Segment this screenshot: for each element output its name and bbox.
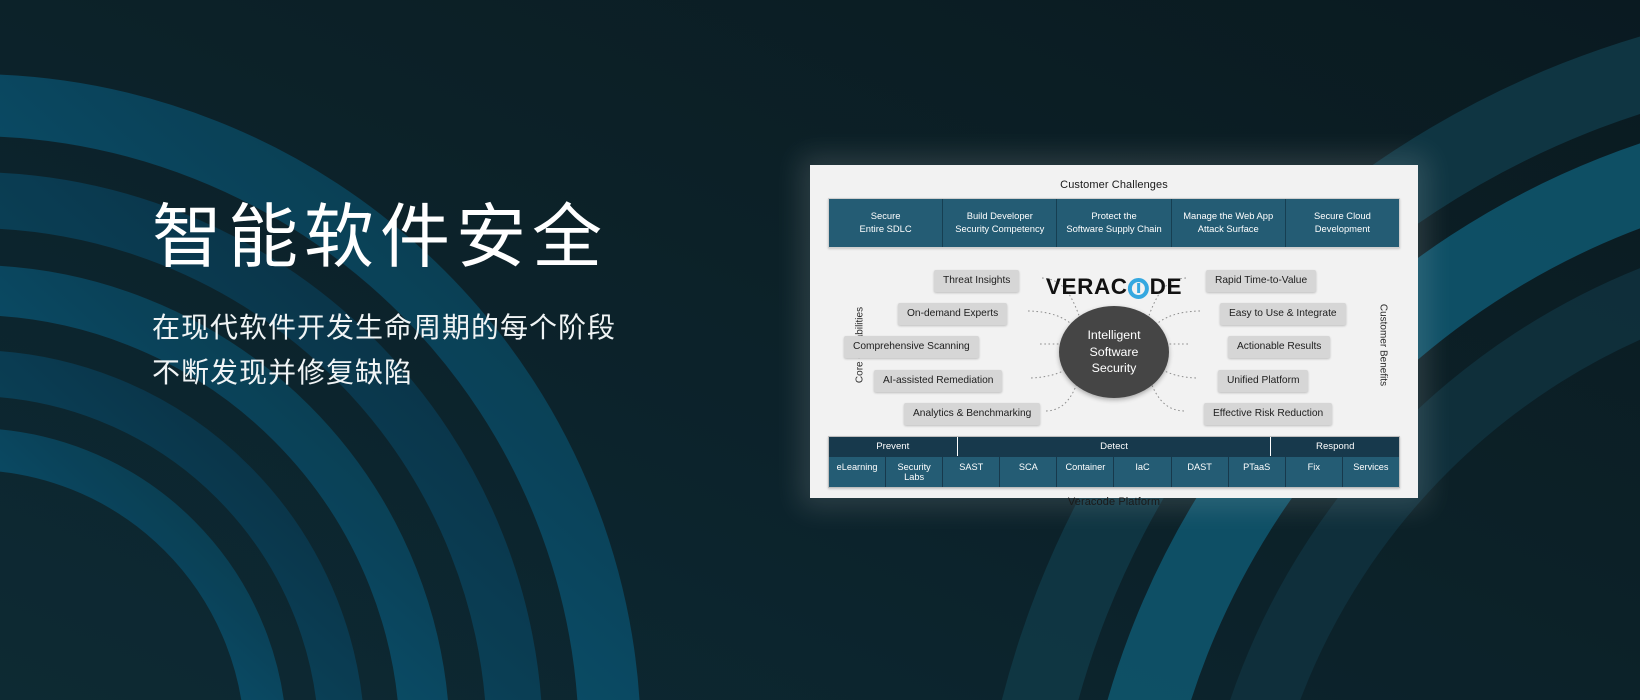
- core-capability-pill[interactable]: Threat Insights: [934, 270, 1020, 293]
- capabilities-benefits-area: Core Capabilities Customer Benefits: [828, 254, 1400, 436]
- platform-group-header[interactable]: Respond: [1271, 437, 1400, 456]
- challenge-cell-line: Manage the Web App: [1183, 210, 1274, 222]
- challenge-cell[interactable]: Protect the Software Supply Chain: [1057, 199, 1172, 247]
- customer-benefit-pill[interactable]: Unified Platform: [1218, 370, 1309, 393]
- customer-benefit-pill[interactable]: Actionable Results: [1228, 336, 1331, 359]
- customer-benefit-pill[interactable]: Easy to Use & Integrate: [1220, 303, 1346, 326]
- platform-cell[interactable]: DAST: [1171, 456, 1229, 487]
- platform-cell[interactable]: eLearning: [829, 456, 887, 487]
- core-capability-pill[interactable]: Comprehensive Scanning: [844, 336, 979, 359]
- veracode-logo-text-left: VERAC: [1045, 274, 1128, 299]
- platform-cell-row: eLearning Security Labs SAST SCA Container Ia…: [829, 456, 1399, 487]
- hero-copy: 智能软件安全 在现代软件开发生命周期的每个阶段 不断发现并修复缺陷: [152, 196, 852, 395]
- challenge-cell-line: Attack Surface: [1197, 223, 1259, 234]
- challenge-cell[interactable]: Build Developer Security Competency: [943, 199, 1058, 247]
- core-value-ellipse: Intelligent Software Security: [1059, 306, 1169, 398]
- veracode-platform-table: Prevent Detect Respond eLearning Security L…: [828, 436, 1400, 488]
- platform-cell[interactable]: SAST: [943, 456, 1001, 487]
- core-line-1: Intelligent: [1087, 328, 1141, 343]
- core-line-3: Security: [1091, 361, 1137, 376]
- platform-cell[interactable]: Services: [1342, 456, 1399, 487]
- challenge-cell[interactable]: Secure Entire SDLC: [829, 199, 944, 247]
- platform-cell[interactable]: Security Labs: [886, 456, 944, 487]
- challenge-cell-line: Secure Cloud: [1314, 210, 1371, 222]
- challenge-cell[interactable]: Secure Cloud Development: [1285, 199, 1400, 247]
- veracode-logo: VERAC DE: [1046, 274, 1182, 300]
- veracode-logo-text-right: DE: [1149, 274, 1183, 299]
- veracode-logo-o-icon: [1128, 277, 1150, 299]
- core-capability-pill[interactable]: On-demand Experts: [898, 303, 1008, 326]
- customer-benefit-pill[interactable]: Effective Risk Reduction: [1204, 403, 1333, 426]
- challenge-cell-line: Entire SDLC: [859, 223, 912, 234]
- customer-challenges-title: Customer Challenges: [1060, 179, 1168, 191]
- customer-benefit-pill[interactable]: Rapid Time-to-Value: [1206, 270, 1317, 293]
- challenge-cell-line: Protect the: [1091, 210, 1137, 222]
- platform-group-header[interactable]: Detect: [957, 437, 1272, 456]
- challenge-cell-line: Security Competency: [955, 223, 1045, 234]
- challenge-cell[interactable]: Manage the Web App Attack Surface: [1171, 199, 1286, 247]
- hero-subtitle: 在现代软件开发生命周期的每个阶段 不断发现并修复缺陷: [152, 305, 852, 396]
- customer-challenges-row: Secure Entire SDLC Build Developer Security…: [828, 198, 1400, 248]
- veracode-platform-title: Veracode Platform: [1067, 496, 1161, 508]
- core-capability-pill[interactable]: AI-assisted Remediation: [874, 370, 1003, 393]
- page-title: 智能软件安全: [152, 198, 608, 276]
- platform-group-header[interactable]: Prevent: [829, 437, 958, 456]
- platform-cell[interactable]: SCA: [1000, 456, 1058, 487]
- platform-cell[interactable]: PTaaS: [1228, 456, 1286, 487]
- challenge-cell-line: Development: [1314, 223, 1371, 234]
- platform-cell[interactable]: Container: [1057, 456, 1115, 487]
- platform-cell[interactable]: IaC: [1114, 456, 1172, 487]
- veracode-platform-diagram: Customer Challenges Secure Entire SDLC Bui…: [810, 165, 1418, 508]
- challenge-cell-line: Secure: [870, 210, 901, 222]
- platform-group-header-row: Prevent Detect Respond: [829, 437, 1400, 456]
- core-capability-pill[interactable]: Analytics & Benchmarking: [904, 403, 1041, 426]
- challenge-cell-line: Software Supply Chain: [1066, 223, 1162, 234]
- hero-subtitle-line-2: 不断发现并修复缺陷: [152, 356, 414, 388]
- core-line-2: Software: [1089, 344, 1139, 359]
- hero-subtitle-line-1: 在现代软件开发生命周期的每个阶段: [152, 311, 617, 343]
- challenge-cell-line: Build Developer: [966, 210, 1033, 222]
- platform-cell[interactable]: Fix: [1285, 456, 1343, 487]
